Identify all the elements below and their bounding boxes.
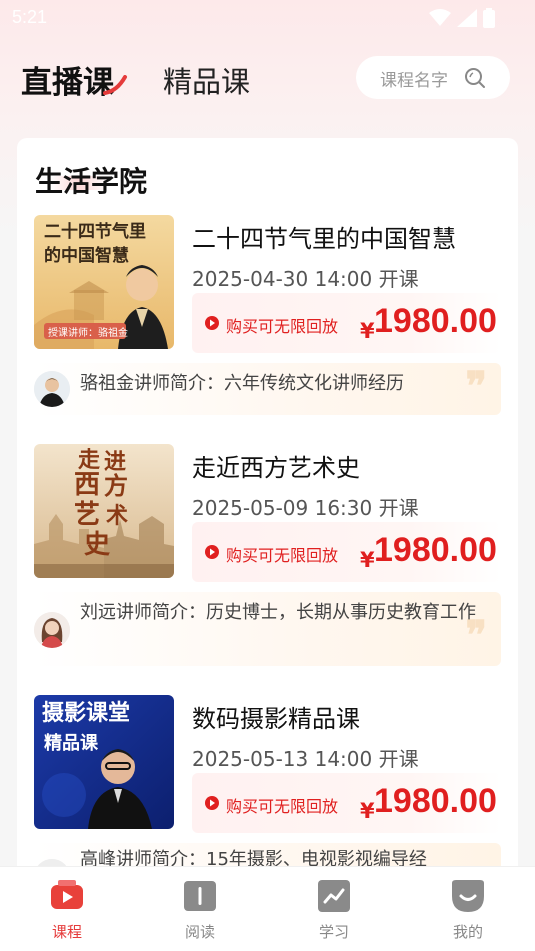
play-circle-icon [205,796,219,810]
course-start-time: 2025-05-09 16:30 开课 [192,496,419,520]
lecturer-intro: 刘远讲师简介：历史博士，长期从事历史教育工作 ❞ [34,592,501,666]
header: 直播课 精品课 课程名字 [0,55,535,101]
search-placeholder: 课程名字 [380,71,448,91]
wifi-icon [429,9,451,26]
course-list-card: 生活学院 二十四节气里 的中国智慧 授课讲师：骆祖金 二十四节气里的中国智慧 2… [17,138,518,898]
course-price: 1980.00 [374,531,497,569]
course-start-time: 2025-04-30 14:00 开课 [192,267,419,291]
quote-icon: ❞ [465,612,487,659]
search-icon[interactable] [464,67,486,89]
quote-icon: ❞ [465,363,487,410]
play-circle-icon [205,545,219,559]
battery-icon [483,8,495,28]
course-price: 1980.00 [374,782,497,820]
price-currency: ¥ [360,548,375,572]
course-thumbnail[interactable]: 走 进 西 方 艺 术 史 [34,444,174,578]
price-row: 购买可无限回放 ¥ 1980.00 [192,293,501,353]
course-thumbnail[interactable]: 二十四节气里 的中国智慧 授课讲师：骆祖金 [34,215,174,349]
replay-note: 购买可无限回放 [226,797,339,816]
course-price: 1980.00 [374,302,497,340]
price-row: 购买可无限回放 ¥ 1980.00 [192,522,501,582]
signal-icon [457,9,477,27]
thumbnail-char: 方 [104,471,128,500]
nav-item-course[interactable]: 课程 [32,879,102,949]
course-start-time: 2025-05-13 14:00 开课 [192,747,419,771]
status-time: 5:21 [12,7,48,27]
tab-live-course[interactable]: 直播课 [21,57,114,102]
replay-note: 购买可无限回放 [226,317,339,336]
active-tab-swoosh-icon [103,75,127,95]
price-currency: ¥ [360,799,375,823]
search-input[interactable]: 课程名字 [356,56,510,99]
course-title[interactable]: 走近西方艺术史 [192,448,360,483]
bottom-nav: 课程 阅读 学习 我的 [0,866,535,951]
nav-label: 我的 [452,923,483,941]
section-title: 生活学院 [35,165,148,198]
nav-label: 课程 [51,923,82,941]
replay-note: 购买可无限回放 [226,546,339,565]
price-row: 购买可无限回放 ¥ 1980.00 [192,773,501,833]
study-chart-icon [318,880,350,912]
lecturer-intro-text: 刘远讲师简介：历史博士，长期从事历史教育工作 [80,602,476,623]
lecturer-intro-text: 骆祖金讲师简介：六年传统文化讲师经历 [80,373,404,394]
avatar [34,612,70,648]
nav-label: 阅读 [184,923,215,941]
price-currency: ¥ [360,319,375,343]
thumbnail-title-line2: 精品课 [44,733,98,754]
nav-item-mine[interactable]: 我的 [433,879,503,949]
thumbnail-char: 史 [84,530,111,560]
course-play-icon [51,880,83,909]
thumbnail-lecturer-badge: 授课讲师：骆祖金 [48,328,128,339]
avatar [34,371,70,407]
nav-item-reading[interactable]: 阅读 [165,879,235,949]
book-icon [184,881,216,911]
status-icons [429,8,495,28]
status-bar: 5:21 [0,0,535,36]
nav-item-study[interactable]: 学习 [299,879,369,949]
tab-premium-course[interactable]: 精品课 [163,59,250,101]
thumbnail-title-line2: 的中国智慧 [44,246,129,266]
lecturer-intro: 骆祖金讲师简介：六年传统文化讲师经历 ❞ [34,363,501,415]
thumbnail-title-line1: 二十四节气里 [44,222,146,242]
play-circle-icon [205,316,219,330]
thumbnail-title-line1: 摄影课堂 [42,701,131,726]
course-item[interactable]: 走 进 西 方 艺 术 史 走近西方艺术史 2025-05-09 16:30 开… [34,444,501,666]
nav-label: 学习 [318,923,349,941]
course-title[interactable]: 二十四节气里的中国智慧 [192,219,456,254]
course-title[interactable]: 数码摄影精品课 [192,699,360,734]
profile-smile-icon [452,880,484,912]
course-thumbnail[interactable]: 摄影课堂 精品课 [34,695,174,829]
course-item[interactable]: 二十四节气里 的中国智慧 授课讲师：骆祖金 二十四节气里的中国智慧 2025-0… [34,215,501,415]
